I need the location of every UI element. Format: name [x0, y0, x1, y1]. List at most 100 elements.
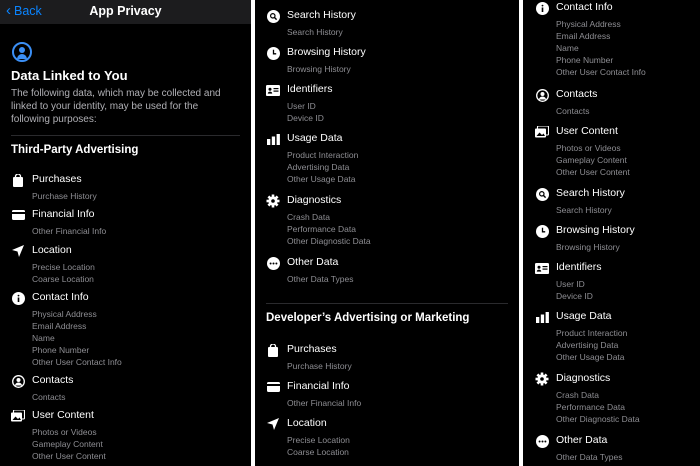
credit-card-icon	[11, 208, 25, 222]
category-title: Contact Info	[32, 291, 89, 303]
category-title: Other Data	[287, 256, 339, 268]
category-title: Identifiers	[556, 261, 602, 273]
category-title: Diagnostics	[556, 372, 611, 384]
data-type: Other Data Types	[287, 274, 354, 284]
data-type: Other Usage Data	[287, 174, 356, 184]
person-circle-icon	[535, 88, 549, 102]
bag-icon	[11, 173, 25, 187]
data-type: Device ID	[287, 113, 324, 123]
data-type: Search History	[556, 205, 612, 215]
category-title: Purchases	[287, 343, 337, 355]
data-type: Other User Contact Info	[556, 67, 646, 77]
category-title: Identifiers	[287, 83, 333, 95]
data-type: Other Diagnostic Data	[287, 236, 371, 246]
data-type: Other Diagnostic Data	[556, 414, 640, 424]
data-type: Device ID	[556, 291, 593, 301]
data-type: Coarse Location	[287, 447, 349, 457]
data-type: Advertising Data	[556, 340, 619, 350]
clock-icon	[535, 224, 549, 238]
divider	[11, 135, 240, 136]
category-title: Financial Info	[32, 208, 95, 220]
category-title: Usage Data	[556, 310, 612, 322]
data-type: Photos or Videos	[32, 427, 97, 437]
data-type: Name	[32, 333, 55, 343]
ellipsis-circle-icon	[535, 434, 549, 448]
data-type: Physical Address	[32, 309, 97, 319]
panel-middle: Search History Search History Browsing H…	[255, 0, 519, 466]
info-circle-icon	[11, 291, 25, 305]
data-type: Advertising Data	[287, 162, 350, 172]
purpose-heading-third-party: Third-Party Advertising	[11, 144, 139, 156]
data-type: Email Address	[556, 31, 611, 41]
data-type: Purchase History	[287, 361, 352, 371]
data-type: Contacts	[32, 392, 66, 402]
category-title: Search History	[287, 9, 356, 21]
data-type: Product Interaction	[287, 150, 359, 160]
data-type: Physical Address	[556, 19, 621, 29]
nav-title: App Privacy	[89, 4, 162, 18]
id-card-icon	[535, 261, 549, 275]
gear-icon	[535, 372, 549, 386]
data-type: Precise Location	[32, 262, 95, 272]
data-type: Email Address	[32, 321, 87, 331]
data-type: Name	[556, 43, 579, 53]
credit-card-icon	[266, 380, 280, 394]
panel-left: ‹ Back App Privacy Data Linked to You Th…	[0, 0, 251, 466]
category-title: Browsing History	[556, 224, 635, 236]
data-type: Photos or Videos	[556, 143, 621, 153]
category-title: User Content	[32, 409, 94, 421]
info-circle-icon	[535, 1, 549, 15]
category-title: User Content	[556, 125, 618, 137]
data-type: Other User Contact Info	[32, 357, 122, 367]
category-title: Search History	[556, 187, 625, 199]
category-title: Usage Data	[287, 132, 343, 144]
data-type: Crash Data	[556, 390, 599, 400]
data-type: Purchase History	[32, 191, 97, 201]
category-title: Financial Info	[287, 380, 350, 392]
data-type: Other User Content	[32, 451, 106, 461]
data-type: Product Interaction	[556, 328, 628, 338]
category-title: Location	[287, 417, 327, 429]
bar-chart-icon	[535, 310, 549, 324]
data-type: User ID	[287, 101, 316, 111]
category-title: Contacts	[32, 374, 74, 386]
photo-icon	[11, 409, 25, 423]
data-type: Other Usage Data	[556, 352, 625, 362]
category-title: Diagnostics	[287, 194, 342, 206]
purpose-heading-developer: Developer’s Advertising or Marketing	[266, 312, 470, 324]
data-type: Other Financial Info	[32, 226, 107, 236]
location-arrow-icon	[266, 417, 280, 431]
category-title: Other Data	[556, 434, 608, 446]
divider	[266, 303, 508, 304]
data-type: Gameplay Content	[556, 155, 627, 165]
person-circle-icon	[11, 374, 25, 388]
gear-icon	[266, 194, 280, 208]
data-type: Performance Data	[556, 402, 625, 412]
data-type: Browsing History	[287, 64, 351, 74]
category-title: Browsing History	[287, 46, 366, 58]
id-card-icon	[266, 83, 280, 97]
data-type: Crash Data	[287, 212, 330, 222]
magnifier-icon	[266, 9, 280, 23]
data-type: Performance Data	[287, 224, 356, 234]
data-type: Precise Location	[287, 435, 350, 445]
navigation-bar: ‹ Back App Privacy	[0, 0, 251, 24]
data-type: Gameplay Content	[32, 439, 103, 449]
section-description: The following data, which may be collect…	[11, 88, 221, 125]
data-type: Coarse Location	[32, 274, 94, 284]
data-type: Other Data Types	[556, 452, 623, 462]
data-type: User ID	[556, 279, 585, 289]
data-type: Other User Content	[556, 167, 630, 177]
location-arrow-icon	[11, 244, 25, 258]
data-type: Phone Number	[556, 55, 614, 65]
panel-right: Contact Info Physical Address Email Addr…	[523, 0, 700, 466]
ellipsis-circle-icon	[266, 256, 280, 270]
data-type: Other Financial Info	[287, 398, 362, 408]
category-title: Location	[32, 244, 72, 256]
category-title: Contacts	[556, 88, 598, 100]
magnifier-icon	[535, 187, 549, 201]
bag-icon	[266, 343, 280, 357]
person-circle-icon	[12, 42, 32, 62]
data-type: Phone Number	[32, 345, 90, 355]
section-heading: Data Linked to You	[11, 68, 128, 83]
